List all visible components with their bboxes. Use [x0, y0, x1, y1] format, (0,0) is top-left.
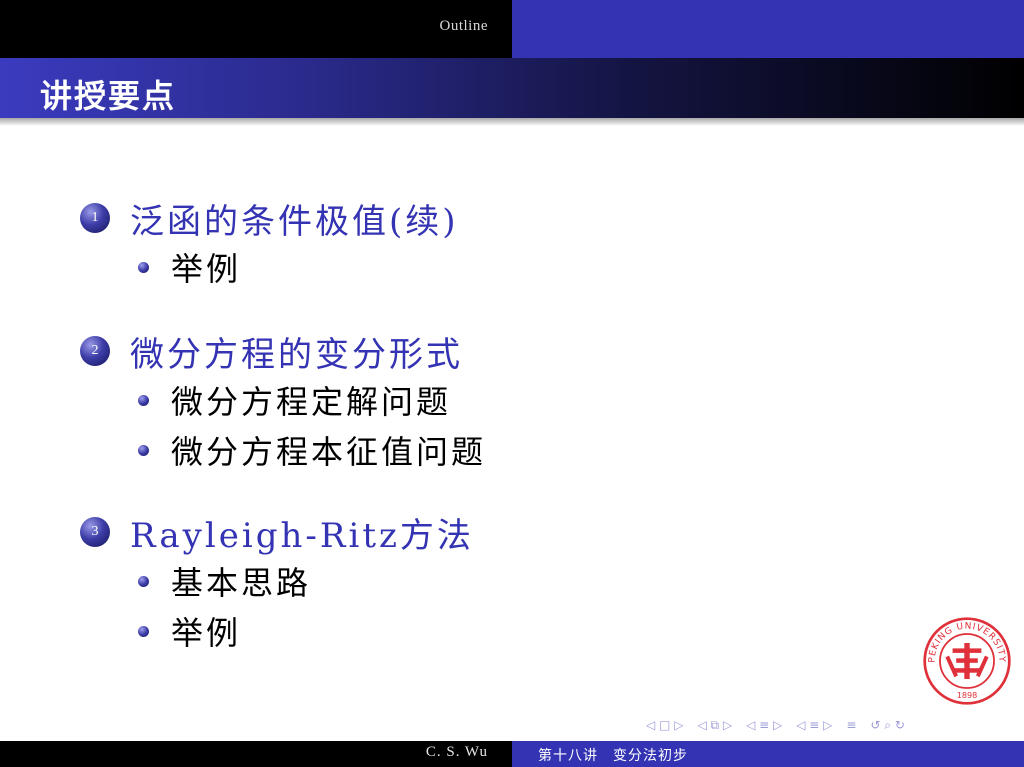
section-heading[interactable]: 3 Rayleigh-Ritz方法 [80, 508, 474, 556]
section-number-ball: 2 [80, 336, 110, 366]
list-item-label: 微分方程本征值问题 [171, 433, 487, 471]
part-nav-icon[interactable]: ◁ ≡ ▷ [796, 718, 832, 732]
section-title[interactable]: 微分方程的变分形式 [130, 327, 463, 376]
section-number-ball: 1 [80, 203, 110, 233]
section-nav-icon[interactable]: ◁ ≡ ▷ [746, 718, 782, 732]
list-item[interactable]: 举例 [138, 606, 474, 656]
bullet-icon [138, 261, 149, 273]
list-item[interactable]: 微分方程本征值问题 [138, 425, 486, 475]
section-3: 3 Rayleigh-Ritz方法 基本思路 举例 [80, 508, 474, 656]
seal-year: 1898 [957, 690, 978, 700]
bullet-icon [138, 625, 149, 637]
toc-icon[interactable]: ≡ [846, 718, 856, 732]
footer-lecture-title: 第十八讲 变分法初步 [538, 748, 688, 764]
list-item[interactable]: 举例 [138, 242, 459, 292]
frame-nav-icon[interactable]: ◁ □ ▷ [646, 718, 683, 732]
section-title[interactable]: 泛函的条件极值(续) [130, 194, 459, 243]
outline-link[interactable]: Outline [0, 18, 512, 35]
bullet-icon [138, 444, 149, 456]
section-heading[interactable]: 1 泛函的条件极值(续) [80, 194, 459, 242]
section-1: 1 泛函的条件极值(续) 举例 [80, 194, 459, 292]
list-item-label: 举例 [171, 614, 242, 652]
subsection-nav-icon[interactable]: ◁ ⧉ ▷ [697, 718, 732, 733]
section-2: 2 微分方程的变分形式 微分方程定解问题 微分方程本征值问题 [80, 327, 486, 475]
bullet-icon [138, 575, 149, 587]
navigation-symbols: ◁ □ ▷ ◁ ⧉ ▷ ◁ ≡ ▷ ◁ ≡ ▷ ≡ ↺ ⌕ ↻ [646, 716, 905, 734]
list-item-label: 微分方程定解问题 [171, 383, 452, 421]
list-item[interactable]: 微分方程定解问题 [138, 375, 486, 425]
footer-author: C. S. Wu [425, 744, 488, 760]
section-heading[interactable]: 2 微分方程的变分形式 [80, 327, 486, 375]
section-number-ball: 3 [80, 517, 110, 547]
list-item-label: 基本思路 [171, 564, 312, 602]
header-right-band [512, 0, 1024, 58]
search-icon[interactable]: ↺ ⌕ ↻ [870, 718, 904, 733]
frame-title: 讲授要点 [40, 77, 177, 115]
list-item-label: 举例 [171, 250, 242, 288]
section-title[interactable]: Rayleigh-Ritz方法 [130, 508, 474, 557]
list-item[interactable]: 基本思路 [138, 556, 474, 606]
title-shadow [0, 118, 1024, 126]
university-seal-icon: PEKING UNIVERSITY 1898 [923, 617, 1011, 705]
bullet-icon [138, 394, 149, 406]
